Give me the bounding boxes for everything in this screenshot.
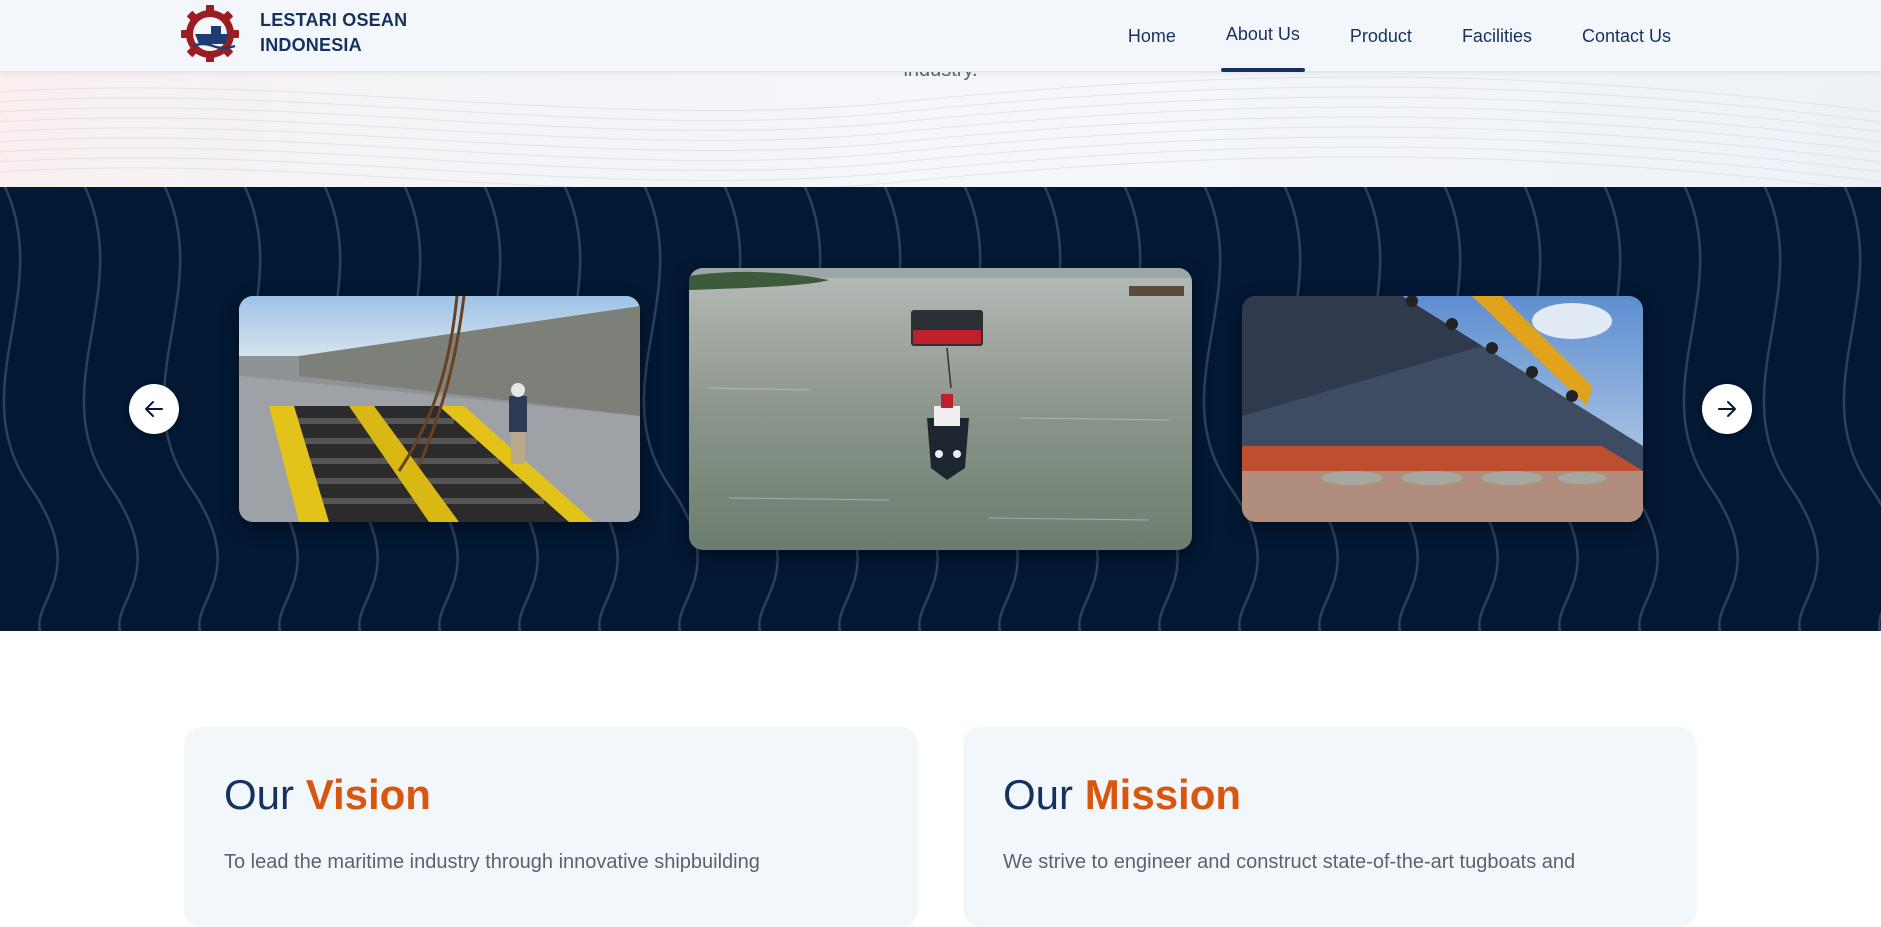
barge-launch-photo — [1242, 296, 1643, 522]
brand-line-1: LESTARI OSEAN — [260, 10, 408, 30]
nav-facilities-label: Facilities — [1461, 25, 1532, 46]
gear-ship-logo-icon — [181, 5, 239, 63]
nav-home[interactable]: Home — [1103, 0, 1201, 72]
vision-title-prefix: Our — [224, 771, 295, 818]
site-header: LESTARI OSEAN INDONESIA Home About Us Pr… — [0, 0, 1881, 72]
nav-contact-us-label: Contact Us — [1581, 25, 1671, 46]
hero-wave-pattern — [0, 76, 1881, 187]
nav-product[interactable]: Product — [1325, 0, 1437, 72]
wave-line — [2, 187, 59, 631]
main-nav: Home About Us Product Facilities Contact… — [1103, 0, 1696, 72]
mission-title: Our Mission — [1003, 771, 1241, 819]
nav-home-label: Home — [1127, 25, 1176, 46]
brand-name[interactable]: LESTARI OSEAN INDONESIA — [260, 8, 480, 58]
wave-line — [1762, 187, 1819, 631]
vision-card: Our Vision To lead the maritime industry… — [184, 727, 918, 927]
vision-mission-section: Our Vision To lead the maritime industry… — [0, 631, 1881, 927]
carousel-prev-button[interactable] — [129, 384, 179, 434]
company-logo[interactable] — [181, 4, 243, 63]
mission-card: Our Mission We strive to engineer and co… — [963, 727, 1697, 927]
arrow-right-icon — [1718, 401, 1736, 417]
carousel-next-button[interactable] — [1702, 384, 1752, 434]
carousel-slide-center[interactable] — [689, 268, 1192, 550]
tugboat-towing-photo — [689, 268, 1192, 550]
mission-text: We strive to engineer and construct stat… — [1003, 851, 1576, 873]
arrow-left-icon — [145, 401, 163, 417]
vision-title: Our Vision — [224, 771, 431, 819]
nav-active-indicator — [1220, 68, 1305, 72]
mission-title-prefix: Our — [1003, 771, 1074, 818]
image-carousel — [0, 187, 1881, 631]
vision-title-accent: Vision — [305, 771, 431, 818]
barge-deck-photo — [239, 296, 640, 522]
hero-section: industry. — [0, 72, 1881, 187]
nav-about-us[interactable]: About Us — [1201, 0, 1325, 72]
mission-title-accent: Mission — [1084, 771, 1242, 818]
carousel-slide-right[interactable] — [1242, 296, 1643, 522]
brand-line-2: INDONESIA — [260, 35, 362, 55]
wave-line — [1842, 187, 1881, 631]
carousel-slide-left[interactable] — [239, 296, 640, 522]
hero-description-fragment: industry. — [0, 72, 1881, 82]
nav-facilities[interactable]: Facilities — [1437, 0, 1557, 72]
nav-about-us-label: About Us — [1225, 23, 1300, 44]
nav-contact-us[interactable]: Contact Us — [1557, 0, 1696, 72]
vision-text: To lead the maritime industry through in… — [224, 851, 760, 873]
nav-product-label: Product — [1349, 25, 1412, 46]
